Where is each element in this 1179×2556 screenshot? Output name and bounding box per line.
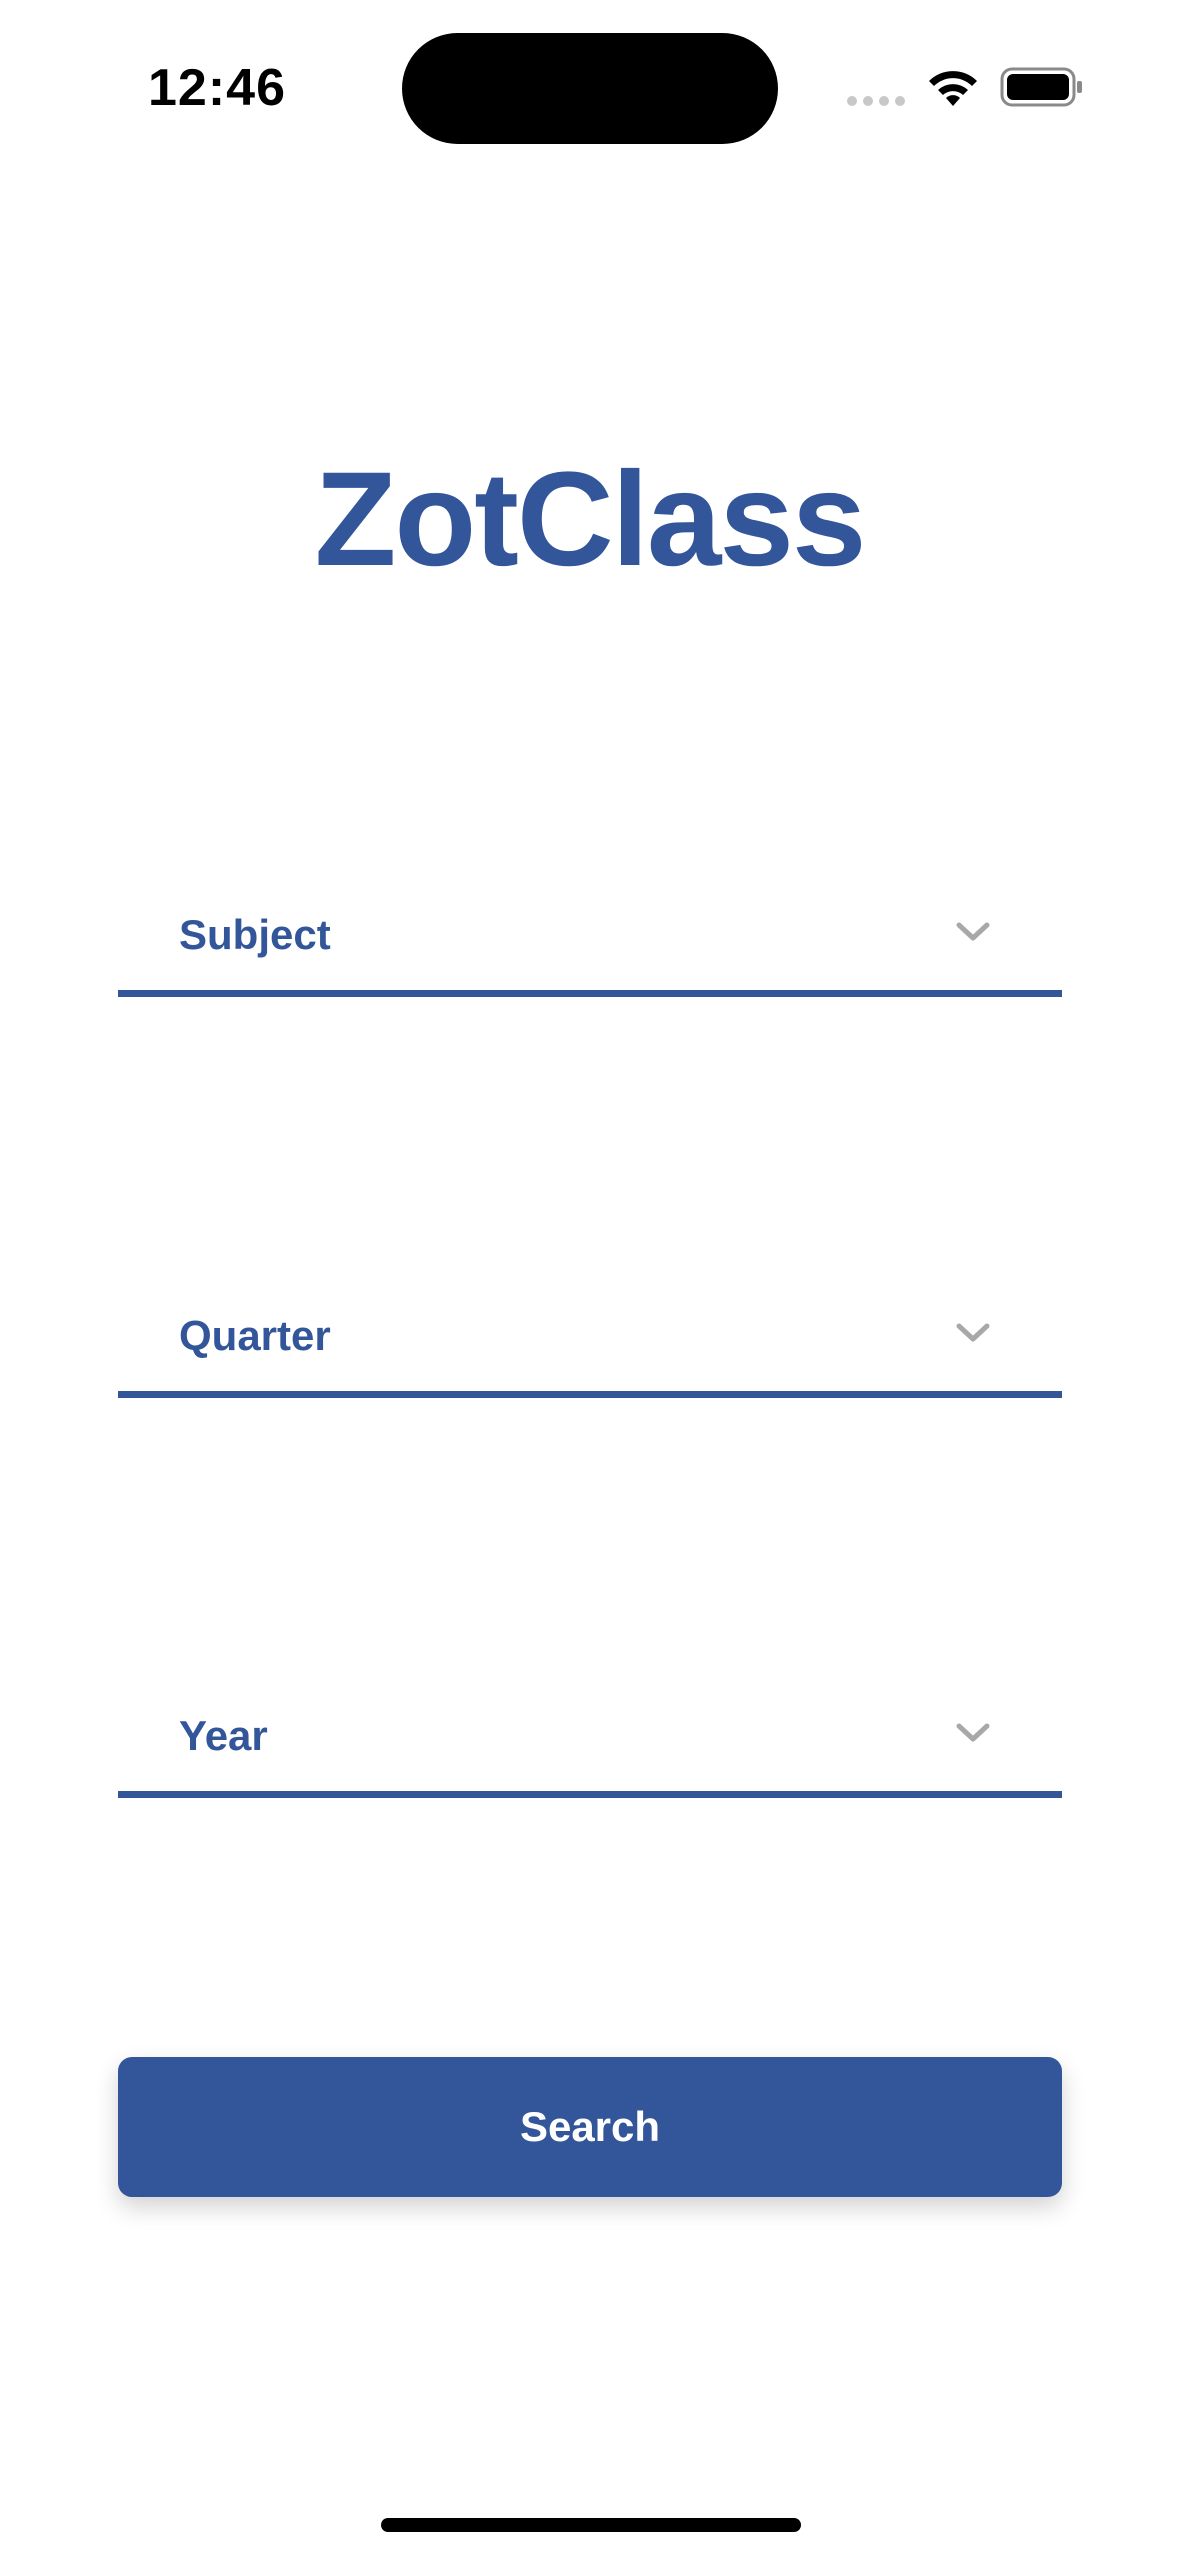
cellular-signal-icon: [847, 96, 905, 106]
chevron-down-icon: [956, 922, 990, 941]
year-dropdown-label: Year: [179, 1712, 268, 1759]
year-dropdown[interactable]: Year: [118, 1681, 1062, 1798]
subject-dropdown[interactable]: Subject: [118, 880, 1062, 997]
quarter-dropdown[interactable]: Quarter: [118, 1281, 1062, 1398]
quarter-dropdown-label: Quarter: [179, 1312, 331, 1359]
home-indicator[interactable]: [381, 2518, 801, 2532]
subject-dropdown-label: Subject: [179, 911, 331, 958]
dynamic-island: [402, 33, 778, 144]
chevron-down-icon: [956, 1723, 990, 1742]
search-button[interactable]: Search: [118, 2057, 1062, 2197]
battery-icon: [1000, 67, 1082, 107]
app-title: ZotClass: [314, 445, 867, 594]
search-button-label: Search: [519, 2103, 661, 2150]
wifi-icon: [929, 71, 977, 106]
chevron-down-icon: [956, 1323, 990, 1342]
status-time: 12:46: [148, 59, 286, 117]
